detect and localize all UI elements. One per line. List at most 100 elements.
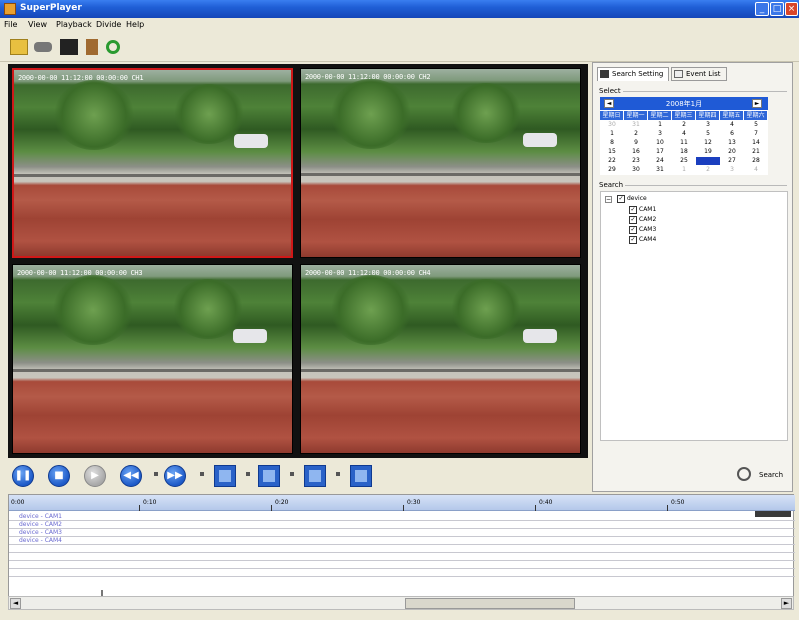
layout-16-button[interactable] [350, 465, 372, 487]
checkbox[interactable]: ✓ [629, 206, 637, 214]
tree-node-cam4[interactable]: ✓ CAM4 [629, 236, 656, 244]
calendar-day[interactable]: 4 [744, 166, 768, 174]
calendar-day[interactable]: 10 [648, 139, 672, 147]
camera-view-1[interactable]: 2000-00-00 11:12:00 00:00:00 CH1 [12, 68, 293, 258]
calendar-day[interactable]: 1 [648, 121, 672, 129]
calendar-day[interactable]: 17 [648, 148, 672, 156]
separator [336, 472, 340, 476]
search-button[interactable]: Search [737, 467, 787, 483]
window-title: SuperPlayer [20, 3, 82, 13]
menu-view[interactable]: View [28, 20, 47, 29]
calendar-day[interactable]: 30 [624, 166, 648, 174]
calendar-day[interactable]: 2 [672, 121, 696, 129]
scroll-right-button[interactable]: ► [781, 598, 792, 609]
capture-icon[interactable] [86, 39, 98, 55]
calendar-day[interactable]: 22 [600, 157, 624, 165]
camera-view-3[interactable]: 2000-00-00 11:12:00 00:00:00 CH3 [12, 264, 293, 454]
calendar-day[interactable]: 20 [720, 148, 744, 156]
open-folder-icon[interactable] [10, 39, 28, 55]
calendar-day[interactable]: 8 [600, 139, 624, 147]
calendar-day[interactable]: 1 [672, 166, 696, 174]
pause-button[interactable]: ❚❚ [12, 465, 34, 487]
timeline-marker[interactable] [755, 511, 791, 517]
monitor-icon[interactable] [60, 39, 78, 55]
calendar-day[interactable]: 26 [696, 157, 720, 165]
calendar-day[interactable]: 14 [744, 139, 768, 147]
calendar-day[interactable]: 4 [672, 130, 696, 138]
tab-event-list[interactable]: Event List [671, 67, 727, 81]
calendar-day[interactable]: 13 [720, 139, 744, 147]
calendar-day[interactable]: 31 [624, 121, 648, 129]
calendar-day[interactable]: 19 [696, 148, 720, 156]
checkbox[interactable]: ✓ [629, 216, 637, 224]
next-month-button[interactable]: ► [752, 99, 762, 108]
calendar-day[interactable]: 9 [624, 139, 648, 147]
calendar-day[interactable]: 15 [600, 148, 624, 156]
calendar-day[interactable]: 1 [600, 130, 624, 138]
calendar-day[interactable]: 23 [624, 157, 648, 165]
calendar-day[interactable]: 11 [672, 139, 696, 147]
menu-divide[interactable]: Divide [96, 20, 121, 29]
calendar-day[interactable]: 28 [744, 157, 768, 165]
timeline-row-line [9, 552, 795, 553]
calendar-day[interactable]: 3 [720, 166, 744, 174]
rewind-button[interactable]: ◀◀ [120, 465, 142, 487]
drive-icon[interactable] [34, 42, 52, 52]
calendar-day[interactable]: 2 [696, 166, 720, 174]
calendar-day[interactable]: 3 [696, 121, 720, 129]
calendar-day[interactable]: 16 [624, 148, 648, 156]
calendar-day[interactable]: 4 [720, 121, 744, 129]
tree-node-cam2[interactable]: ✓ CAM2 [629, 216, 656, 224]
calendar-day[interactable]: 5 [696, 130, 720, 138]
maximize-button[interactable]: □ [770, 2, 784, 16]
layout-1-button[interactable] [214, 465, 236, 487]
tree-node-cam3[interactable]: ✓ CAM3 [629, 226, 656, 234]
timeline[interactable]: 0:00 0:10 0:20 0:30 0:40 0:50 device - C… [8, 494, 795, 604]
layout-4-button[interactable] [258, 465, 280, 487]
menu-help[interactable]: Help [126, 20, 144, 29]
calendar-day[interactable]: 6 [720, 130, 744, 138]
calendar-day[interactable]: 3 [648, 130, 672, 138]
calendar-day[interactable]: 29 [600, 166, 624, 174]
scene-railing [13, 369, 292, 372]
timeline-row-line [9, 536, 795, 537]
calendar-day[interactable]: 31 [648, 166, 672, 174]
calendar-day[interactable]: 21 [744, 148, 768, 156]
scroll-left-button[interactable]: ◄ [10, 598, 21, 609]
calendar-day[interactable]: 30 [600, 121, 624, 129]
calendar-day[interactable]: 12 [696, 139, 720, 147]
calendar-day[interactable]: 27 [720, 157, 744, 165]
refresh-icon[interactable] [106, 40, 120, 54]
calendar-day[interactable]: 7 [744, 130, 768, 138]
checkbox[interactable]: ✓ [629, 236, 637, 244]
timeline-scrollbar[interactable]: ◄ ► [8, 596, 794, 610]
tree-node-root[interactable]: ✓ device [617, 195, 647, 203]
checkbox[interactable]: ✓ [617, 195, 625, 203]
calendar-day[interactable]: 2 [624, 130, 648, 138]
prev-month-button[interactable]: ◄ [604, 99, 614, 108]
tree-expander[interactable]: − [605, 196, 612, 203]
calendar-day[interactable]: 18 [672, 148, 696, 156]
tab-search-setting[interactable]: Search Setting [597, 67, 669, 81]
camera-view-4[interactable]: 2000-00-00 11:12:00 00:00:00 CH4 [300, 264, 581, 454]
menu-playback[interactable]: Playback [56, 20, 92, 29]
layout-9-button[interactable] [304, 465, 326, 487]
layout-sixteen-icon [355, 470, 367, 482]
tree-node-cam1[interactable]: ✓ CAM1 [629, 206, 656, 214]
scene-railing [301, 369, 580, 372]
menu-file[interactable]: File [4, 20, 17, 29]
close-button[interactable]: × [785, 2, 798, 16]
camera-view-2[interactable]: 2000-00-00 11:12:00 00:00:00 CH2 [300, 68, 581, 258]
minimize-button[interactable]: _ [755, 2, 769, 16]
tick [403, 505, 404, 511]
calendar-day[interactable]: 25 [672, 157, 696, 165]
calendar-day[interactable]: 24 [648, 157, 672, 165]
superplayer-window: SuperPlayer _ □ × File View Playback Div… [0, 0, 799, 620]
play-button[interactable]: ▶ [84, 465, 106, 487]
fast-forward-button[interactable]: ▶▶ [164, 465, 186, 487]
select-group-label: Select [599, 87, 621, 95]
scroll-thumb[interactable] [405, 598, 575, 609]
stop-button[interactable]: ■ [48, 465, 70, 487]
calendar-day[interactable]: 5 [744, 121, 768, 129]
checkbox[interactable]: ✓ [629, 226, 637, 234]
